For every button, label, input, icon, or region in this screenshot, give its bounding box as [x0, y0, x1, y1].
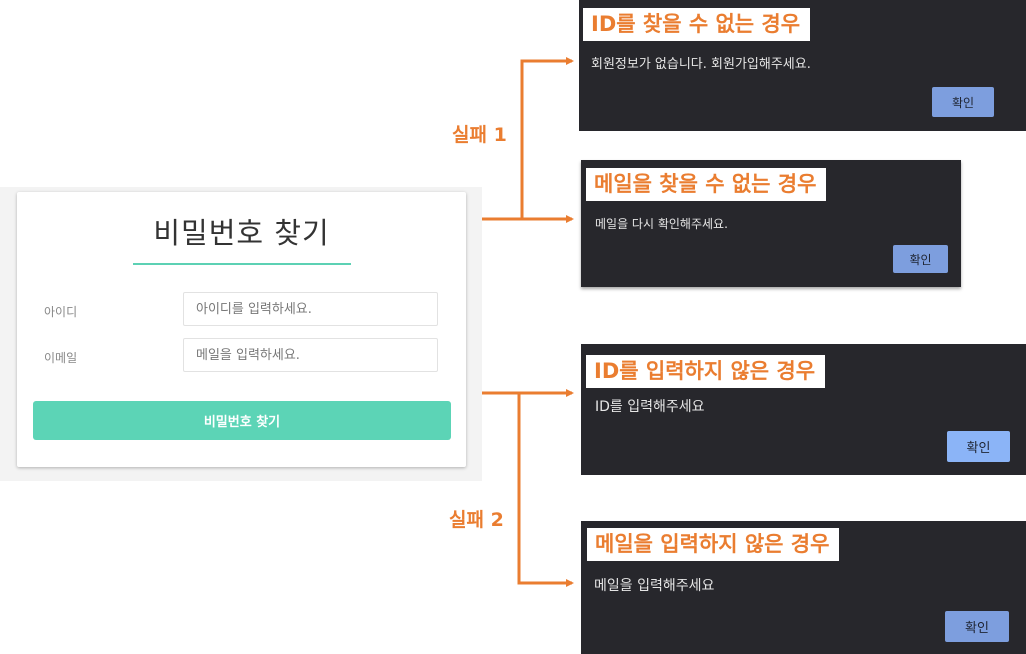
title-underline	[133, 263, 351, 265]
dialog-email-empty: 메일을 입력하지 않은 경우 메일을 입력해주세요 확인	[581, 521, 1026, 654]
fail2-label: 실패 2	[449, 509, 504, 531]
find-password-card: 비밀번호 찾기 아이디 이메일 비밀번호 찾기	[17, 192, 466, 467]
dialog-id-not-found: ID를 찾을 수 없는 경우 회원정보가 없습니다. 회원가입해주세요. 확인	[579, 0, 1026, 131]
page-title: 비밀번호 찾기	[153, 216, 330, 250]
email-label: 이메일	[44, 351, 78, 365]
dialog-message: 메일을 다시 확인해주세요.	[595, 217, 728, 231]
confirm-button[interactable]: 확인	[932, 87, 994, 117]
fail2-connector	[482, 391, 574, 587]
dialog-heading: ID를 입력하지 않은 경우	[586, 355, 826, 388]
dialog-heading: 메일을 입력하지 않은 경우	[587, 528, 840, 561]
confirm-button[interactable]: 확인	[945, 611, 1009, 642]
id-input[interactable]	[183, 292, 438, 326]
confirm-button[interactable]: 확인	[893, 245, 948, 273]
dialog-email-not-found: 메일을 찾을 수 없는 경우 메일을 다시 확인해주세요. 확인	[581, 160, 961, 287]
id-label: 아이디	[44, 305, 78, 319]
email-input[interactable]	[183, 338, 438, 372]
dialog-id-empty: ID를 입력하지 않은 경우 ID를 입력해주세요 확인	[581, 344, 1026, 475]
dialog-message: ID를 입력해주세요	[595, 399, 705, 415]
dialog-heading: ID를 찾을 수 없는 경우	[583, 8, 811, 41]
dialog-heading: 메일을 찾을 수 없는 경우	[586, 168, 827, 201]
find-password-button[interactable]: 비밀번호 찾기	[33, 401, 451, 440]
flow-diagram: 비밀번호 찾기 아이디 이메일 비밀번호 찾기 실패 1 실패 2 ID를 찾을…	[0, 0, 1026, 654]
confirm-button[interactable]: 확인	[947, 431, 1010, 462]
dialog-message: 메일을 입력해주세요	[594, 578, 715, 594]
fail1-label: 실패 1	[452, 124, 507, 146]
dialog-message: 회원정보가 없습니다. 회원가입해주세요.	[591, 57, 811, 72]
